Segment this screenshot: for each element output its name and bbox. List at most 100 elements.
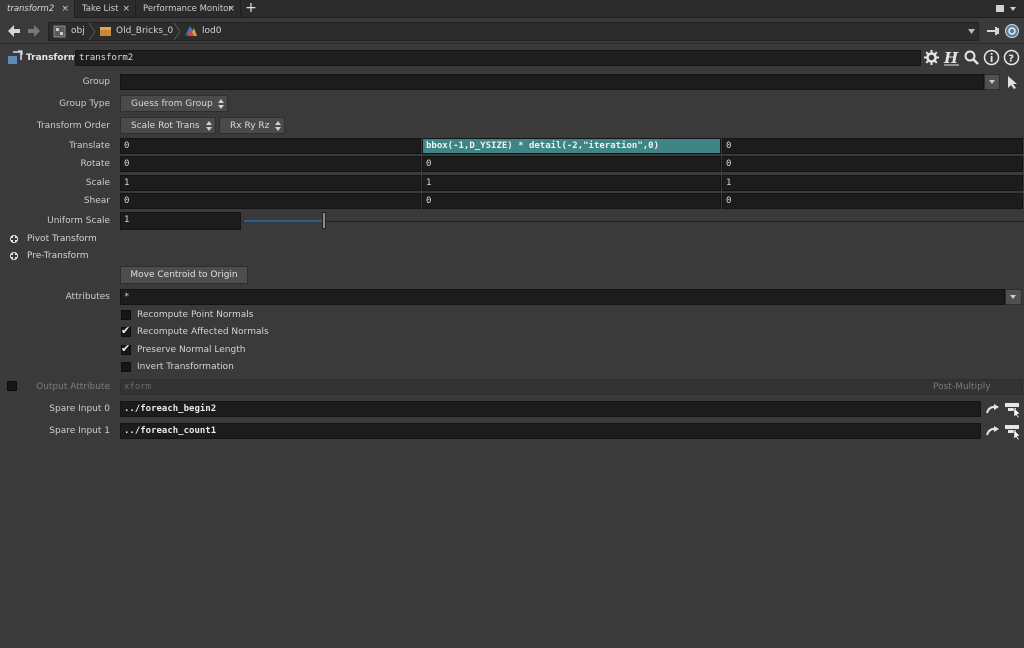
close-icon[interactable]: × (61, 0, 69, 18)
forward-arrow-icon[interactable] (26, 23, 42, 39)
recompute-point-normals-label: Recompute Point Normals (137, 310, 254, 320)
breadcrumb: obj Old_Bricks_0 lod0 (48, 22, 979, 41)
operator-name-field[interactable]: transform2 (75, 50, 921, 66)
attributes-dropdown-button[interactable] (1005, 289, 1022, 305)
shear-x-field[interactable]: 0 (120, 193, 421, 209)
tab-transform2[interactable]: transform2 × (0, 0, 75, 18)
transform-order-label: Transform Order (36, 121, 110, 131)
tab-performance-monitor[interactable]: Performance Monitor × (136, 0, 241, 18)
group-dropdown-button[interactable] (984, 74, 1000, 90)
output-attribute-mode-value: Post-Multiply (933, 382, 991, 392)
group-label: Group (82, 77, 110, 87)
pre-transform-folder[interactable]: Pre-Transform (10, 249, 89, 263)
svg-text:?: ? (1008, 54, 1014, 65)
close-icon[interactable]: × (122, 0, 130, 18)
rotation-order-value: Rx Ry Rz (230, 121, 270, 131)
rotation-order-menu[interactable]: Rx Ry Rz (219, 117, 285, 134)
scale-z-field[interactable]: 1 (722, 175, 1023, 191)
crumb-obj[interactable]: obj (71, 23, 85, 40)
output-attribute-mode-menu[interactable]: Post-Multiply (919, 379, 1023, 395)
uniform-scale-field[interactable]: 1 (120, 212, 241, 230)
crumb-lod0[interactable]: lod0 (202, 23, 221, 40)
uniform-scale-label: Uniform Scale (47, 216, 110, 226)
jump-to-node-icon[interactable] (985, 423, 1001, 439)
obj-network-icon (53, 25, 66, 41)
crumb-separator-icon (88, 23, 96, 40)
move-centroid-button[interactable]: Move Centroid to Origin (120, 266, 248, 284)
back-arrow-icon[interactable] (6, 23, 22, 39)
pin-icon[interactable] (986, 23, 1002, 39)
shear-z-field[interactable]: 0 (722, 193, 1023, 209)
uniform-scale-slider-handle[interactable] (322, 212, 326, 229)
output-attribute-label: Output Attribute (36, 382, 110, 392)
rotate-x-field[interactable]: 0 (120, 156, 421, 172)
pivot-transform-folder[interactable]: Pivot Transform (10, 232, 97, 246)
crumb-separator-icon (173, 23, 181, 40)
close-icon[interactable]: × (227, 0, 235, 18)
shear-label: Shear (83, 196, 110, 206)
invert-transformation-checkbox[interactable] (121, 362, 131, 372)
translate-label: Translate (69, 141, 110, 151)
operator-header: Transform transform2 H ? (0, 48, 1024, 68)
chevron-down-icon (989, 80, 995, 84)
help-icon[interactable]: ? (1003, 49, 1020, 66)
output-attribute-field[interactable]: xform (120, 379, 918, 395)
checkmark-icon: ✔ (121, 342, 131, 355)
shear-y-field[interactable]: 0 (422, 193, 721, 209)
svg-text:H: H (943, 49, 959, 66)
subnet-icon (184, 25, 198, 41)
group-type-label: Group Type (59, 99, 110, 109)
spare-input-1-field[interactable]: ../foreach_count1 (120, 423, 981, 439)
pivot-transform-label: Pivot Transform (27, 234, 97, 244)
info-icon[interactable] (983, 49, 1000, 66)
operator-type: Transform (26, 53, 78, 63)
attributes-field[interactable]: * (120, 289, 1005, 305)
search-icon[interactable] (963, 49, 980, 66)
transform-node-icon (7, 50, 23, 69)
node-chooser-icon[interactable] (1004, 400, 1021, 419)
jump-to-node-icon[interactable] (985, 401, 1001, 417)
scale-y-field[interactable]: 1 (422, 175, 721, 191)
geometry-node-icon (99, 25, 112, 41)
crumb-old-bricks[interactable]: Old_Bricks_0 (116, 23, 173, 40)
recompute-point-normals-checkbox[interactable] (121, 310, 131, 320)
updown-arrows-icon (218, 99, 224, 109)
houdini-help-icon[interactable]: H (943, 49, 960, 67)
expand-plus-icon[interactable] (10, 252, 18, 260)
path-bar: obj Old_Bricks_0 lod0 (0, 19, 1024, 44)
pre-transform-label: Pre-Transform (27, 251, 89, 261)
translate-x-field[interactable]: 0 (120, 138, 421, 154)
pane-tab-bar: transform2 × Take List × Performance Mon… (0, 0, 1024, 18)
pane-menu-icon[interactable] (996, 0, 1018, 18)
tab-label: Performance Monitor (143, 4, 232, 14)
link-icon[interactable] (1004, 23, 1020, 39)
translate-y-field[interactable]: bbox(-1,D_YSIZE) * detail(-2,"iteration"… (422, 138, 721, 154)
attributes-label: Attributes (65, 292, 110, 302)
tab-label: Take List (82, 4, 119, 14)
scale-label: Scale (85, 178, 110, 188)
chevron-down-icon (1010, 295, 1016, 299)
spare-input-0-field[interactable]: ../foreach_begin2 (120, 401, 981, 417)
expand-plus-icon[interactable] (10, 235, 18, 243)
scale-x-field[interactable]: 1 (120, 175, 421, 191)
slider-groove (242, 221, 1024, 222)
invert-transformation-label: Invert Transformation (137, 362, 234, 372)
translate-z-field[interactable]: 0 (722, 138, 1023, 154)
node-chooser-icon[interactable] (1004, 422, 1021, 441)
group-type-menu[interactable]: Guess from Group (120, 95, 228, 112)
chevron-down-icon[interactable] (968, 28, 975, 35)
rotate-z-field[interactable]: 0 (722, 156, 1023, 172)
preserve-normal-length-checkbox[interactable]: ✔ (121, 342, 131, 355)
recompute-affected-normals-checkbox[interactable]: ✔ (121, 325, 131, 337)
gear-icon[interactable] (923, 49, 940, 66)
uniform-scale-slider-fill (244, 220, 322, 222)
group-field[interactable] (120, 74, 984, 90)
transform-order-menu[interactable]: Scale Rot Trans (120, 117, 216, 134)
tab-take-list[interactable]: Take List × (75, 0, 136, 18)
preserve-normal-length-label: Preserve Normal Length (137, 345, 246, 355)
updown-arrows-icon (275, 121, 281, 131)
select-arrow-icon[interactable] (1005, 74, 1021, 90)
add-tab-icon[interactable]: + (244, 0, 258, 18)
rotate-y-field[interactable]: 0 (422, 156, 721, 172)
transform-order-value: Scale Rot Trans (131, 121, 200, 131)
